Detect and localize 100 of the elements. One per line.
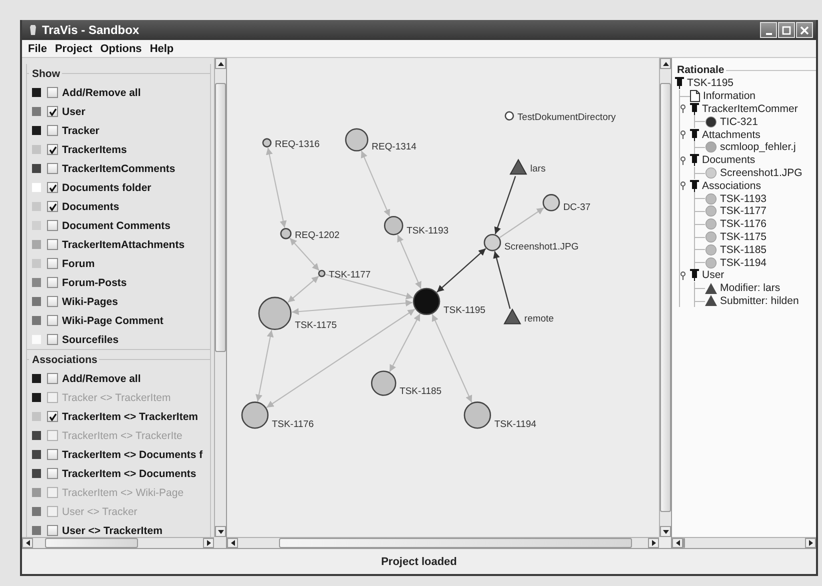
item-node[interactable] bbox=[371, 370, 396, 396]
pin-icon bbox=[690, 102, 699, 115]
item-node[interactable] bbox=[484, 234, 502, 252]
item-node[interactable] bbox=[542, 194, 560, 212]
user-node[interactable] bbox=[510, 158, 528, 175]
node-label: REQ-1202 bbox=[294, 230, 340, 242]
pin-icon bbox=[690, 154, 699, 166]
item-node[interactable] bbox=[241, 402, 269, 429]
arrow-up-icon bbox=[216, 60, 224, 66]
checkbox[interactable] bbox=[47, 296, 58, 307]
item-node[interactable] bbox=[384, 216, 404, 236]
scroll-down-button[interactable] bbox=[215, 526, 226, 537]
tree-item[interactable]: Screenshot1.JPG bbox=[720, 166, 802, 179]
item-node[interactable] bbox=[318, 270, 326, 278]
checkbox[interactable] bbox=[47, 239, 58, 250]
tree-item[interactable]: Submitter: hilden bbox=[720, 294, 799, 307]
checkbox-label: Sourcefiles bbox=[62, 334, 119, 346]
scrollbar-thumb[interactable] bbox=[279, 538, 632, 548]
vertical-scrollbar[interactable] bbox=[659, 58, 671, 537]
menu-item[interactable]: Help bbox=[146, 42, 178, 54]
tree-item[interactable]: Documents bbox=[702, 154, 756, 166]
scroll-right-button[interactable] bbox=[203, 538, 214, 548]
close-button[interactable] bbox=[796, 22, 813, 38]
checkbox[interactable] bbox=[47, 201, 58, 212]
scroll-up-button[interactable] bbox=[660, 58, 671, 69]
tree-item[interactable]: Attachments bbox=[702, 128, 760, 141]
triangle-icon bbox=[705, 295, 717, 306]
folder-node[interactable] bbox=[504, 111, 514, 120]
item-node[interactable] bbox=[262, 138, 272, 148]
maximize-button[interactable] bbox=[778, 22, 795, 38]
tree-item[interactable]: Modifier: lars bbox=[720, 282, 780, 294]
item-node[interactable] bbox=[345, 128, 368, 152]
node-label: TSK-1185 bbox=[400, 386, 442, 398]
minimize-button[interactable] bbox=[760, 22, 777, 38]
checkbox[interactable] bbox=[47, 315, 58, 326]
item-node[interactable] bbox=[412, 288, 440, 316]
checkbox[interactable] bbox=[47, 277, 58, 288]
checkbox[interactable] bbox=[47, 258, 58, 269]
tree-item[interactable]: TSK-1185 bbox=[720, 244, 766, 256]
tree-item[interactable]: TSK-1176 bbox=[720, 218, 766, 230]
checkbox-label: TrackerItems bbox=[62, 144, 127, 156]
checkbox-label: TrackerItem <> Documents f bbox=[62, 448, 203, 460]
item-node[interactable] bbox=[280, 228, 292, 240]
scroll-right-button[interactable] bbox=[805, 538, 816, 548]
tree-item[interactable]: Information bbox=[703, 90, 756, 102]
checkbox-label: Tracker <> TrackerItem bbox=[62, 392, 171, 404]
checkbox[interactable] bbox=[47, 525, 58, 536]
tree-item[interactable]: User bbox=[702, 269, 724, 282]
node-label: TSK-1193 bbox=[406, 226, 449, 237]
horizontal-scrollbar[interactable] bbox=[227, 537, 659, 548]
scroll-left-button[interactable] bbox=[227, 538, 238, 548]
tree-item[interactable]: TSK-1175 bbox=[720, 230, 766, 243]
tree-item[interactable]: TSK-1177 bbox=[720, 205, 766, 218]
checkbox[interactable] bbox=[47, 144, 58, 155]
tree-item[interactable]: Associations bbox=[702, 180, 761, 192]
arrow-left-icon bbox=[230, 539, 236, 547]
node-label: REQ-1316 bbox=[274, 138, 320, 150]
checkbox-label: Documents folder bbox=[62, 182, 152, 194]
checkbox[interactable] bbox=[47, 449, 58, 460]
node-label: TSK-1177 bbox=[328, 270, 371, 280]
horizontal-scrollbar[interactable] bbox=[672, 537, 816, 548]
tree-item[interactable]: TSK-1195 bbox=[687, 77, 734, 90]
node-label: TSK-1195 bbox=[444, 305, 486, 316]
tree-item[interactable]: scmloop_fehler.j bbox=[720, 141, 796, 154]
menu-item[interactable]: File bbox=[24, 42, 51, 54]
scroll-right-button[interactable] bbox=[648, 538, 659, 548]
menu-item[interactable]: Options bbox=[96, 42, 146, 54]
checkbox[interactable] bbox=[47, 220, 58, 231]
pin-icon bbox=[675, 77, 684, 90]
item-node[interactable] bbox=[258, 296, 292, 330]
tree-item[interactable]: TSK-1194 bbox=[720, 256, 766, 269]
tree-item[interactable]: TIC-321 bbox=[720, 116, 758, 128]
checkbox-label: TrackerItem <> TrackerIte bbox=[62, 430, 182, 442]
item-node[interactable] bbox=[464, 402, 492, 429]
scrollbar-thumb[interactable] bbox=[660, 82, 671, 512]
tree-item[interactable]: TrackerItemCommer bbox=[702, 102, 798, 115]
scrollbar-thumb[interactable] bbox=[44, 538, 138, 548]
checkbox[interactable] bbox=[47, 334, 58, 345]
checkbox[interactable] bbox=[47, 373, 58, 384]
user-node[interactable] bbox=[504, 308, 522, 324]
arrow-down-icon bbox=[662, 528, 670, 534]
menu-item[interactable]: Project bbox=[50, 42, 96, 54]
checkbox[interactable] bbox=[47, 182, 58, 193]
checkbox[interactable] bbox=[47, 411, 58, 422]
scroll-down-button[interactable] bbox=[660, 526, 671, 537]
tree-item[interactable]: TSK-1193 bbox=[720, 192, 766, 205]
vertical-scrollbar[interactable] bbox=[214, 58, 226, 537]
scroll-left-button[interactable] bbox=[22, 538, 33, 548]
scroll-up-button[interactable] bbox=[215, 58, 226, 69]
checkbox[interactable] bbox=[47, 468, 58, 479]
checkbox[interactable] bbox=[47, 163, 58, 174]
checkbox[interactable] bbox=[47, 87, 58, 98]
checkbox-label: Wiki-Pages bbox=[62, 296, 118, 308]
horizontal-scrollbar[interactable] bbox=[22, 537, 214, 548]
triangle-icon bbox=[705, 282, 717, 294]
checkbox[interactable] bbox=[47, 125, 58, 136]
scrollbar-thumb[interactable] bbox=[215, 82, 226, 352]
scroll-left-button[interactable] bbox=[672, 538, 683, 548]
checkbox[interactable] bbox=[47, 106, 58, 117]
arrow-right-icon bbox=[206, 539, 212, 547]
